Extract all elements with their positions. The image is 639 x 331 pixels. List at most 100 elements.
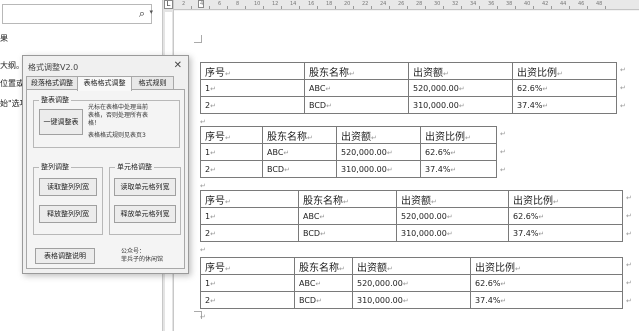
table-cell[interactable]: BCD↵ <box>262 160 337 178</box>
table-cell[interactable]: 2↵ <box>200 291 295 309</box>
cell-text: 62.6% <box>517 83 543 93</box>
paragraph-mark: ↵ <box>319 212 326 221</box>
row-end-mark: ↵ <box>620 66 626 74</box>
table-adjust-help-button[interactable]: 表格调整说明 <box>35 248 95 264</box>
table-header-cell[interactable]: 股东名称↵ <box>262 126 337 144</box>
release-column-width-button[interactable]: 释放整列列宽 <box>39 205 97 223</box>
table-cell[interactable]: 1↵ <box>200 79 305 97</box>
tab-selector-button[interactable]: L <box>164 0 173 9</box>
paragraph-mark: ↵ <box>446 212 453 221</box>
close-icon[interactable]: ✕ <box>174 60 182 71</box>
table-cell[interactable]: 1↵ <box>200 274 295 292</box>
paragraph-mark: ↵ <box>349 69 355 78</box>
table-header-cell[interactable]: 出资比例↵ <box>508 190 623 208</box>
table-header-cell[interactable]: 出资额↵ <box>352 257 471 275</box>
table-cell[interactable]: BCD↵ <box>304 96 409 114</box>
navigation-text-line: 大纲。 <box>0 61 24 70</box>
table-header-cell[interactable]: 出资额↵ <box>396 190 509 208</box>
tab-table-format[interactable]: 表格格式调整 <box>77 76 132 91</box>
table-header-cell[interactable]: 序号↵ <box>200 190 299 208</box>
table-cell[interactable]: 520,000.00↵ <box>408 79 513 97</box>
table-header-cell[interactable]: 序号↵ <box>200 62 305 80</box>
table-cell[interactable]: 520,000.00↵ <box>352 274 471 292</box>
table-cell[interactable]: 310,000.00↵ <box>352 291 471 309</box>
whole-column-group: 整列调整 读取整列列宽 释放整列列宽 <box>33 162 103 235</box>
table-group-note: 格！ <box>88 120 101 127</box>
auto-adjust-table-button[interactable]: 一键调整表 <box>39 109 83 135</box>
table-header-cell[interactable]: 出资比例↵ <box>470 257 623 275</box>
release-cell-width-button[interactable]: 释放单元格列宽 <box>114 205 176 223</box>
navigation-text-line: 果 <box>0 34 8 43</box>
paragraph-mark: ↵ <box>387 264 393 273</box>
table-header-cell[interactable]: 出资额↵ <box>336 126 421 144</box>
footer-note: 菲兵子的休闲馆 <box>121 256 164 263</box>
cell-text: 37.4% <box>475 295 501 305</box>
table-cell[interactable]: 310,000.00↵ <box>396 224 509 242</box>
table-row: 2↵ BCD↵ 310,000.00↵ 37.4%↵ <box>200 96 617 114</box>
table-cell[interactable]: BCD↵ <box>294 291 353 309</box>
paragraph-mark: ↵ <box>225 69 231 78</box>
read-column-width-button[interactable]: 读取整列列宽 <box>39 178 97 196</box>
table-header-cell[interactable]: 股东名称↵ <box>298 190 397 208</box>
table-row: 1↵ ABC↵ 520,000.00↵ 62.6%↵ <box>200 207 623 225</box>
tab-paragraph-format[interactable]: 段落格式调整 <box>26 76 78 90</box>
table-cell[interactable]: ABC↵ <box>304 79 409 97</box>
table-cell[interactable]: 520,000.00↵ <box>336 143 421 161</box>
table-cell[interactable]: 37.4%↵ <box>470 291 623 309</box>
table-cell[interactable]: ABC↵ <box>262 143 337 161</box>
table-header-cell[interactable]: 出资额↵ <box>408 62 513 80</box>
table-cell[interactable]: 310,000.00↵ <box>408 96 513 114</box>
table-cell[interactable]: 310,000.00↵ <box>336 160 421 178</box>
chevron-down-icon[interactable]: ▾ <box>149 8 153 16</box>
table-cell[interactable]: ABC↵ <box>294 274 353 292</box>
ruler-tick-mark <box>569 6 570 9</box>
cell-text: 520,000.00 <box>401 211 447 221</box>
ruler-tick-mark <box>245 6 246 9</box>
table-cell[interactable]: 2↵ <box>200 224 299 242</box>
table-header-cell[interactable]: 股东名称↵ <box>294 257 353 275</box>
shareholder-table[interactable]: 序号↵ 股东名称↵ 出资额↵ 出资比例↵ 1↵ ABC↵ 520,000.00↵ 62.6%↵… <box>200 126 497 178</box>
search-icon[interactable]: ⌕ <box>139 7 145 21</box>
navigation-search-input[interactable]: ⌕ ▾ <box>2 4 153 24</box>
ruler-tick-mark <box>497 6 498 9</box>
table-cell[interactable]: 1↵ <box>200 143 263 161</box>
read-cell-width-button[interactable]: 读取单元格列宽 <box>114 178 176 196</box>
table-cell[interactable]: 62.6%↵ <box>508 207 623 225</box>
paragraph-mark: ↵ <box>458 101 465 110</box>
paragraph-mark: ↵ <box>431 197 437 206</box>
cell-text: 序号 <box>205 262 225 274</box>
group-title: 整表调整 <box>39 95 71 105</box>
table-cell[interactable]: 62.6%↵ <box>512 79 617 97</box>
table-cell[interactable]: BCD↵ <box>298 224 397 242</box>
table-cell[interactable]: 37.4%↵ <box>508 224 623 242</box>
row-end-mark: ↵ <box>626 230 632 238</box>
ruler-tick-mark <box>443 6 444 9</box>
table-header-cell[interactable]: 出资比例↵ <box>420 126 497 144</box>
table-cell[interactable]: 2↵ <box>200 160 263 178</box>
empty-paragraph-mark: ↵ <box>200 313 206 321</box>
table-header-cell[interactable]: 序号↵ <box>200 257 295 275</box>
table-cell[interactable]: ABC↵ <box>298 207 397 225</box>
paragraph-mark: ↵ <box>210 84 216 93</box>
table-cell[interactable]: 2↵ <box>200 96 305 114</box>
table-header-cell[interactable]: 出资比例↵ <box>512 62 617 80</box>
table-header-cell[interactable]: 序号↵ <box>200 126 263 144</box>
table-cell[interactable]: 520,000.00↵ <box>396 207 509 225</box>
shareholder-table[interactable]: 序号↵ 股东名称↵ 出资额↵ 出资比例↵ 1↵ ABC↵ 520,000.00↵ 62.6%↵… <box>200 257 623 309</box>
document-page[interactable]: 序号↵ 股东名称↵ 出资额↵ 出资比例↵ 1↵ ABC↵ 520,000.00↵ 62.6%↵… <box>174 11 639 331</box>
table-cell[interactable]: 62.6%↵ <box>420 143 497 161</box>
table-header-cell[interactable]: 股东名称↵ <box>304 62 409 80</box>
paragraph-mark: ↵ <box>386 148 393 157</box>
paragraph-mark: ↵ <box>210 229 216 238</box>
table-row: 2↵ BCD↵ 310,000.00↵ 37.4%↵ <box>200 224 623 242</box>
table-cell[interactable]: 1↵ <box>200 207 299 225</box>
table-cell[interactable]: 37.4%↵ <box>512 96 617 114</box>
tab-format-rules[interactable]: 格式规则 <box>131 76 174 90</box>
ruler-tick-label: 30 <box>434 1 441 7</box>
shareholder-table[interactable]: 序号↵ 股东名称↵ 出资额↵ 出资比例↵ 1↵ ABC↵ 520,000.00↵ 62.6%↵… <box>200 190 623 242</box>
ruler-tick-mark <box>587 6 588 9</box>
table-header-row: 序号↵ 股东名称↵ 出资额↵ 出资比例↵ <box>200 257 623 275</box>
table-cell[interactable]: 62.6%↵ <box>470 274 623 292</box>
shareholder-table[interactable]: 序号↵ 股东名称↵ 出资额↵ 出资比例↵ 1↵ ABC↵ 520,000.00↵ 62.6%↵… <box>200 62 617 114</box>
table-cell[interactable]: 37.4%↵ <box>420 160 497 178</box>
